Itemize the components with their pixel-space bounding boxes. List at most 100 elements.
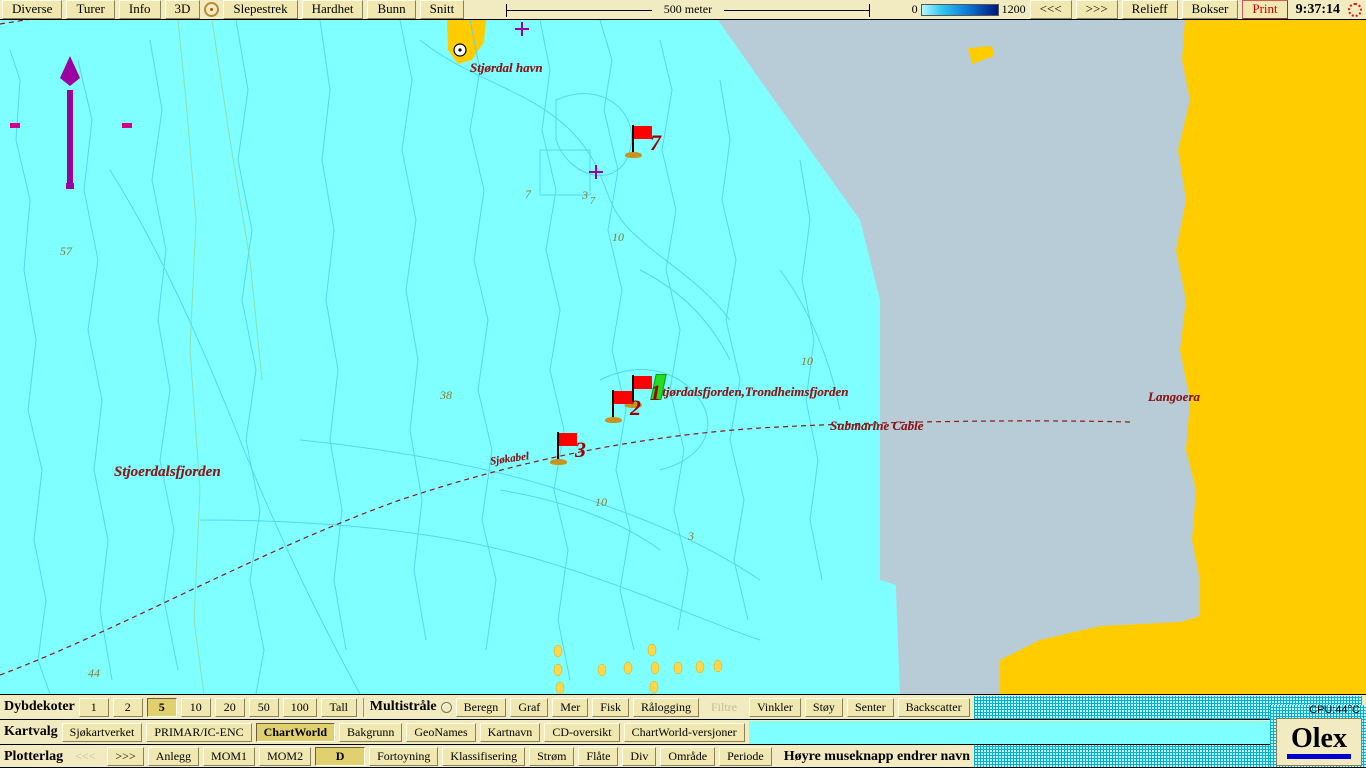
kartvalg-geonames-button[interactable]: GeoNames (406, 722, 476, 742)
toolbar-button-slepestrek[interactable]: Slepestrek (223, 0, 298, 19)
plotterlag-prev-button[interactable]: <<< (67, 747, 103, 766)
kartvalg-primar-ic-enc-button[interactable]: PRIMAR/IC-ENC (146, 722, 252, 742)
plotter-layer-toolbar: Plotterlag <<< >>> Anlegg MOM1 MOM2 D Fo… (0, 744, 1366, 768)
dybdekoter-label: Dybdekoter (4, 699, 75, 714)
olex-logo: Olex (1276, 718, 1362, 766)
dybdekoter-option-20[interactable]: 20 (214, 697, 245, 717)
multistrale-label: Multistråle (369, 699, 437, 714)
map-label-submarine-cable: Submarine Cable (830, 418, 924, 433)
multistrale-mer-button[interactable]: Mer (552, 697, 589, 717)
dybdekoter-option-1[interactable]: 1 (78, 697, 109, 717)
multistrale-toggle-icon[interactable] (440, 701, 452, 713)
marker-base (625, 152, 642, 158)
cursor-cross-2 (515, 22, 529, 36)
scale-cap-left (506, 3, 508, 17)
multistrale-graf-button[interactable]: Graf (510, 697, 549, 717)
olex-application: Diverse Turer Info 3D Slepestrek Hardhet… (0, 0, 1366, 768)
plotterlag-strom-button[interactable]: Strøm (529, 747, 575, 766)
harbour-icon (453, 43, 467, 57)
toolbar-button-diverse[interactable]: Diverse (2, 0, 63, 19)
toolbar-button-bunn[interactable]: Bunn (367, 0, 416, 19)
kartvalg-chartworld-versjoner-button[interactable]: ChartWorld-versjoner (623, 722, 745, 742)
relieff-button[interactable]: Relieff (1121, 0, 1178, 19)
scale-cap-right (868, 3, 870, 17)
olex-logo-underline (1287, 753, 1351, 759)
plotterlag-flate-button[interactable]: Flåte (578, 747, 619, 766)
filter-vinkler-button[interactable]: Vinkler (748, 697, 801, 717)
map-label-stjoerdalsfjorden: Stjoerdalsfjorden (114, 464, 221, 480)
toolbar-divider (362, 697, 364, 717)
kartvalg-label: Kartvalg (4, 724, 58, 739)
kartvalg-chartworld-button[interactable]: ChartWorld (255, 722, 335, 742)
dybdekoter-option-2[interactable]: 2 (112, 697, 143, 717)
cpu-temperature: CPU:44°C (1309, 704, 1360, 716)
plotterlag-omrade-button[interactable]: Område (660, 747, 716, 766)
nav-next-button[interactable]: >>> (1075, 0, 1118, 19)
depth-number: 3 (688, 529, 694, 543)
filtre-label: Filtre (710, 699, 737, 714)
marker-label: 1 (650, 380, 661, 405)
multistrale-fisk-button[interactable]: Fisk (592, 697, 629, 717)
kartvalg-sjokartverket-button[interactable]: Sjøkartverket (61, 722, 143, 742)
plotterlag-hint-text: Høyre museknapp endrer navn (783, 748, 971, 764)
dybdekoter-option-10[interactable]: 10 (180, 697, 211, 717)
plotterlag-label: Plotterlag (4, 748, 64, 764)
olex-logo-text: Olex (1291, 722, 1347, 754)
multistrale-beregn-button[interactable]: Beregn (455, 697, 507, 717)
dybdekoter-option-50[interactable]: 50 (248, 697, 279, 717)
route-arrow (60, 56, 80, 189)
plotterlag-klassifisering-button[interactable]: Klassifisering (442, 747, 526, 766)
depth-number: 3 (582, 188, 588, 202)
bokser-button[interactable]: Bokser (1181, 0, 1239, 19)
depth-legend-min: 0 (911, 2, 918, 16)
depth-number: 57 (60, 244, 72, 258)
toolbar-button-3d[interactable]: 3D (164, 0, 201, 19)
depth-number: 7 (590, 196, 595, 207)
clock-display: 9:37:14 (1295, 1, 1340, 17)
multistrale-ralogging-button[interactable]: Rålogging (632, 697, 699, 717)
map-label-stjordal-havn: Stjørdal havn (470, 60, 543, 75)
scale-label: 500 meter (651, 1, 724, 17)
plotterlag-div-button[interactable]: Div (622, 747, 657, 766)
depth-number: 10 (612, 230, 624, 244)
chart-selection-toolbar: Kartvalg Sjøkartverket PRIMAR/IC-ENC Cha… (0, 719, 1366, 744)
marker-base (550, 459, 567, 465)
survey-tracks (177, 20, 263, 694)
sun-icon[interactable] (1348, 2, 1362, 17)
nav-prev-button[interactable]: <<< (1029, 0, 1072, 19)
depth-gradient-bar (920, 3, 999, 16)
plotterlag-mom2-button[interactable]: MOM2 (259, 747, 312, 766)
plotterlag-periode-button[interactable]: Periode (719, 747, 772, 766)
dybdekoter-option-tall[interactable]: Tall (320, 697, 357, 717)
plotterlag-d-button[interactable]: D (315, 747, 366, 766)
kartvalg-bakgrunn-button[interactable]: Bakgrunn (339, 722, 403, 742)
compass-icon[interactable] (204, 2, 220, 17)
top-toolbar: Diverse Turer Info 3D Slepestrek Hardhet… (0, 0, 1366, 20)
print-button[interactable]: Print (1242, 0, 1288, 19)
kartvalg-kartnavn-button[interactable]: Kartnavn (479, 722, 541, 742)
chart-canvas[interactable]: Stjørdal havn Stjoerdalsfjorden Stjørdal… (0, 20, 1366, 694)
map-label-fjord-names: Stjørdalsfjorden,Trondheimsfjorden (655, 384, 849, 399)
toolbar-button-hardhet[interactable]: Hardhet (301, 0, 364, 19)
marker-label: 2 (630, 395, 641, 420)
plotterlag-next-button[interactable]: >>> (107, 747, 144, 766)
filter-backscatter-button[interactable]: Backscatter (897, 697, 970, 717)
plotterlag-mom1-button[interactable]: MOM1 (203, 747, 256, 766)
depth-contour-toolbar: Dybdekoter 1 2 5 10 20 50 100 Tall Multi… (0, 694, 1366, 719)
kartvalg-cd-oversikt-button[interactable]: CD-oversikt (544, 722, 620, 742)
dybdekoter-option-100[interactable]: 100 (282, 697, 317, 717)
filter-senter-button[interactable]: Senter (846, 697, 894, 717)
depth-legend-max: 1200 (1001, 2, 1026, 16)
toolbar-button-snitt[interactable]: Snitt (419, 0, 465, 19)
marker-label: 7 (650, 130, 661, 155)
toolbar-button-turer[interactable]: Turer (66, 0, 115, 19)
plotterlag-anlegg-button[interactable]: Anlegg (147, 747, 200, 766)
depth-contours (9, 20, 823, 694)
dybdekoter-option-5[interactable]: 5 (146, 697, 177, 717)
filter-stoy-button[interactable]: Støy (804, 697, 843, 717)
depth-number: 10 (595, 495, 607, 509)
depth-number: 7 (525, 187, 531, 201)
toolbar-button-info[interactable]: Info (118, 0, 161, 19)
plotterlag-fortoyning-button[interactable]: Fortoyning (369, 747, 439, 766)
depth-number: 38 (440, 388, 452, 402)
